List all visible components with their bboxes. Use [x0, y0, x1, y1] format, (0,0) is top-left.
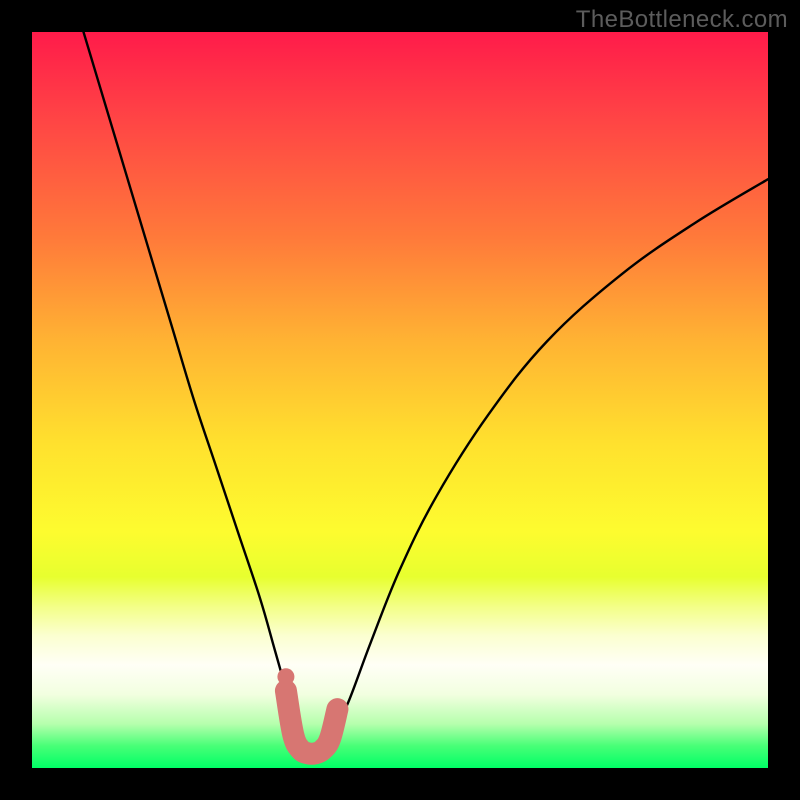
highlight-band	[286, 691, 338, 754]
highlight-dot	[277, 668, 294, 685]
curve-line	[84, 32, 768, 754]
chart-area	[32, 32, 768, 768]
watermark-text: TheBottleneck.com	[576, 6, 788, 34]
bottleneck-chart	[32, 32, 768, 768]
